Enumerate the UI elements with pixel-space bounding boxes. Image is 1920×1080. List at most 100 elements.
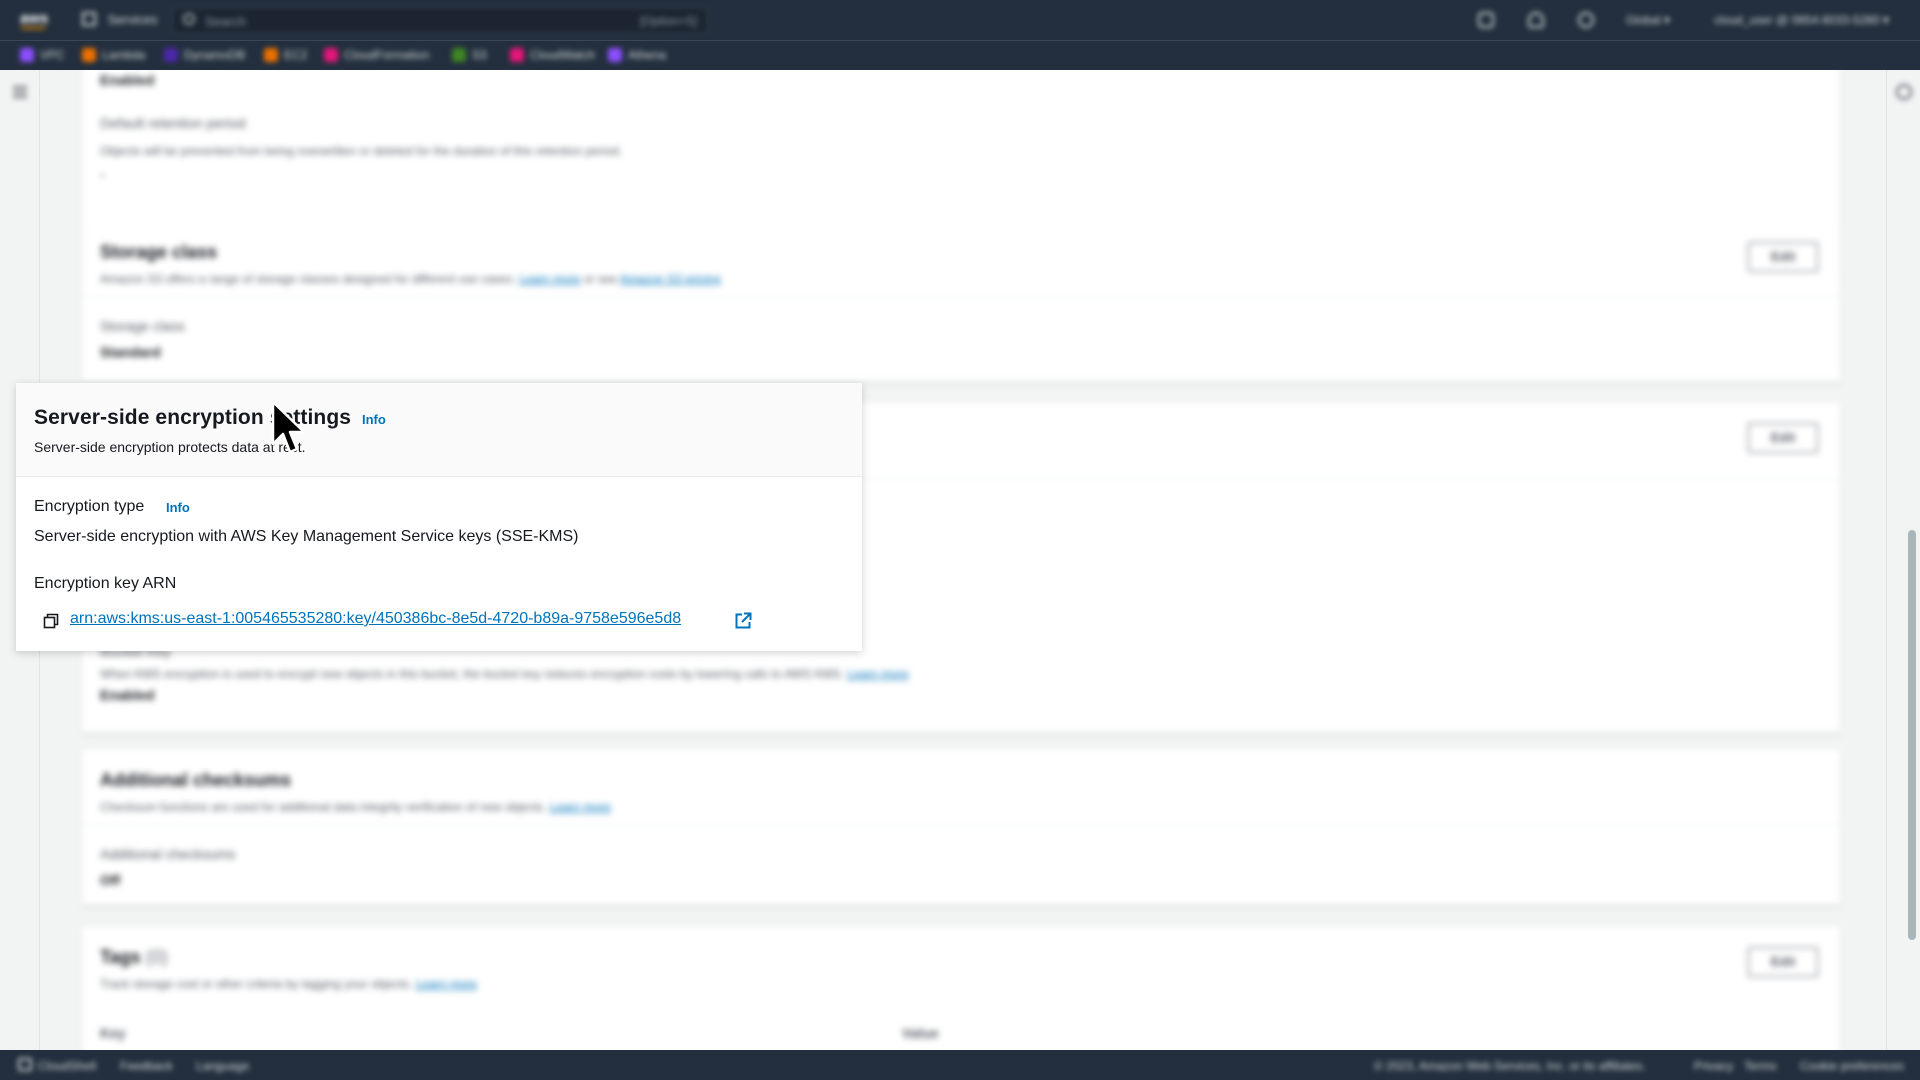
region-selector[interactable]: Global ▾	[1626, 13, 1670, 27]
checksums-header	[82, 750, 1840, 826]
service-icon	[608, 48, 622, 62]
footer-language-link[interactable]: Language	[196, 1059, 249, 1073]
encryption-type-value: Server-side encryption with AWS Key Mana…	[34, 528, 579, 545]
encryption-key-arn-link[interactable]: arn:aws:kms:us-east-1:005465535280:key/4…	[70, 610, 681, 628]
footer-cloudshell-link[interactable]: CloudShell	[38, 1059, 96, 1073]
favorite-ec2[interactable]: EC2	[264, 48, 307, 62]
favorite-label: CloudWatch	[530, 48, 595, 62]
service-icon	[510, 48, 524, 62]
service-icon	[164, 48, 178, 62]
tags-learn-more-link[interactable]: Learn more	[416, 977, 477, 991]
footer-feedback-link[interactable]: Feedback	[120, 1059, 173, 1073]
service-icon	[264, 48, 278, 62]
account-menu[interactable]: cloud_user @ 0654-6033-5280 ▾	[1714, 13, 1889, 27]
s3-pricing-link[interactable]: Amazon S3 pricing	[620, 272, 721, 286]
checksums-field-label: Additional checksums	[100, 846, 236, 862]
favorite-label: Athena	[628, 48, 667, 62]
checksums-learn-more-link[interactable]: Learn more	[550, 800, 611, 814]
cloudshell-icon[interactable]	[1478, 12, 1494, 28]
footer-cookie-preferences-link[interactable]: Cookie preferences	[1800, 1059, 1904, 1073]
tags-count: (0)	[145, 947, 168, 967]
service-icon	[324, 48, 338, 62]
settings-gear-icon[interactable]	[1896, 84, 1912, 100]
right-tools-rail	[1886, 70, 1920, 1050]
top-navigation: aws Services Search [Option+S] Global ▾ …	[0, 0, 1920, 40]
bucket-key-learn-more-link[interactable]: Learn more	[847, 667, 908, 681]
bucket-key-desc-text: When KMS encryption is used to encrypt n…	[100, 667, 844, 681]
service-icon	[82, 48, 96, 62]
tags-column-value: Value	[902, 1025, 939, 1041]
console-footer: CloudShell Feedback Language © 2023, Ama…	[0, 1050, 1920, 1080]
checksums-description: Checksum functions are used for addition…	[100, 800, 611, 814]
retention-period-description: Objects will be prevented from being ove…	[100, 144, 623, 158]
services-grid-icon	[82, 12, 96, 26]
bucket-key-description: When KMS encryption is used to encrypt n…	[100, 667, 909, 681]
tags-title: Tags (0)	[100, 947, 168, 968]
popover-header	[16, 383, 862, 477]
favorite-label: Lambda	[102, 48, 146, 62]
retention-period-value: -	[100, 166, 105, 182]
notifications-icon[interactable]	[1528, 12, 1544, 28]
encryption-type-label: Encryption type	[34, 498, 145, 515]
checksums-desc-text: Checksum functions are used for addition…	[100, 800, 547, 814]
retention-period-label: Default retention period	[100, 115, 246, 131]
aws-logo[interactable]: aws	[20, 10, 48, 29]
footer-privacy-link[interactable]: Privacy	[1694, 1059, 1733, 1073]
search-icon	[183, 13, 195, 25]
bucket-key-value: Enabled	[100, 687, 155, 703]
storage-class-edit-button[interactable]: Edit	[1748, 242, 1818, 272]
search-placeholder: Search	[205, 14, 247, 29]
tags-edit-button[interactable]: Edit	[1748, 947, 1818, 977]
favorites-bar: VPC Lambda DynamoDB EC2 CloudFormation S3 Clou…	[0, 40, 1920, 70]
storage-class-learn-more-link[interactable]: Learn more	[519, 272, 580, 286]
storage-class-desc-text: Amazon S3 offers a range of storage clas…	[100, 272, 516, 286]
popover-description: Server-side encryption protects data at …	[34, 439, 306, 455]
object-lock-status-value: Enabled	[100, 72, 155, 88]
encryption-key-arn-label: Encryption key ARN	[34, 575, 177, 592]
storage-class-field-label: Storage class	[100, 318, 185, 334]
favorite-s3[interactable]: S3	[452, 48, 487, 62]
storage-class-description: Amazon S3 offers a range of storage clas…	[100, 272, 721, 286]
services-label: Services	[107, 12, 158, 27]
favorite-label: S3	[472, 48, 487, 62]
additional-checksums-card: Additional checksums Checksum functions …	[82, 750, 1840, 905]
copy-icon[interactable]	[43, 613, 59, 629]
favorite-cloudwatch[interactable]: CloudWatch	[510, 48, 595, 62]
tags-title-text: Tags	[100, 947, 141, 967]
checksums-field-value: Off	[100, 872, 121, 888]
storage-class-title: Storage class	[100, 242, 218, 262]
tags-desc-text: Track storage cost or other criteria by …	[100, 977, 413, 991]
services-menu-button[interactable]: Services	[82, 12, 157, 27]
favorite-label: DynamoDB	[184, 48, 246, 62]
search-shortcut-hint: [Option+S]	[639, 14, 697, 28]
storage-class-or-see: or see	[583, 272, 618, 286]
service-icon	[452, 48, 466, 62]
storage-class-card: Storage class Amazon S3 offers a range o…	[82, 222, 1840, 382]
favorite-label: VPC	[40, 48, 65, 62]
favorite-cloudformation[interactable]: CloudFormation	[324, 48, 429, 62]
page-scrollbar[interactable]	[1908, 530, 1916, 940]
favorite-label: CloudFormation	[344, 48, 430, 62]
checksums-title: Additional checksums	[100, 770, 292, 790]
favorite-dynamodb[interactable]: DynamoDB	[164, 48, 245, 62]
footer-copyright: © 2023, Amazon Web Services, Inc. or its…	[1374, 1059, 1646, 1073]
help-icon[interactable]	[1578, 12, 1594, 28]
cloudshell-footer-icon	[18, 1058, 32, 1071]
global-search-input[interactable]: Search [Option+S]	[172, 7, 708, 34]
favorite-vpc[interactable]: VPC	[20, 48, 65, 62]
external-link-icon[interactable]	[734, 612, 752, 630]
tags-card: Tags (0) Track storage cost or other cri…	[82, 927, 1840, 1050]
encryption-type-info-link[interactable]: Info	[166, 500, 190, 515]
footer-terms-link[interactable]: Terms	[1744, 1059, 1777, 1073]
aws-logo-text: aws	[20, 10, 49, 27]
mouse-cursor-icon	[271, 400, 306, 454]
favorite-athena[interactable]: Athena	[608, 48, 666, 62]
favorite-label: EC2	[284, 48, 308, 62]
favorite-lambda[interactable]: Lambda	[82, 48, 145, 62]
service-icon	[20, 48, 34, 62]
encryption-edit-button[interactable]: Edit	[1748, 423, 1818, 453]
encryption-settings-popover: Server-side encryption settings Info Ser…	[16, 383, 862, 651]
tags-column-key: Key	[100, 1025, 126, 1041]
popover-title-info-link[interactable]: Info	[362, 412, 386, 427]
storage-class-field-value: Standard	[100, 344, 161, 360]
